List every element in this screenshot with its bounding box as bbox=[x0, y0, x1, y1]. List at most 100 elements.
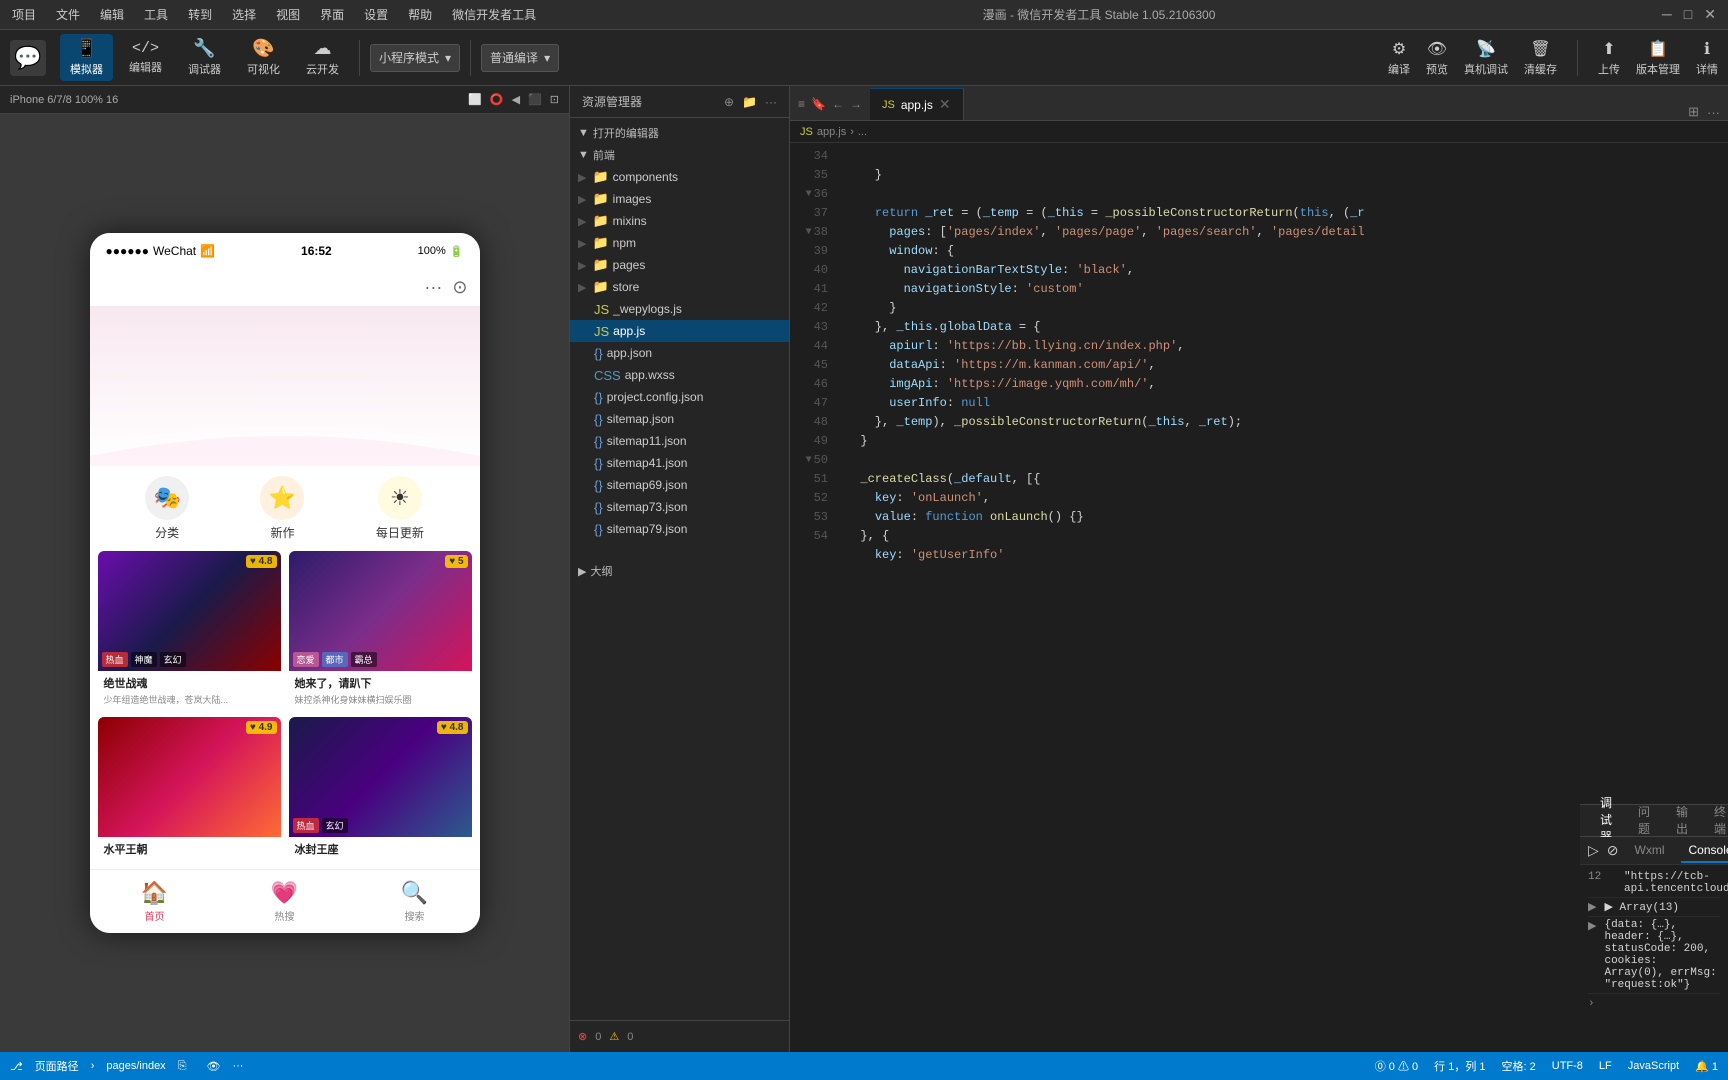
menu-project[interactable]: 项目 bbox=[12, 6, 36, 23]
tab-appjs[interactable]: JS app.js ✕ bbox=[870, 88, 964, 120]
menu-select[interactable]: 选择 bbox=[232, 6, 256, 23]
menu-bar[interactable]: 项目 文件 编辑 工具 转到 选择 视图 界面 设置 帮助 微信开发者工具 bbox=[12, 6, 536, 23]
nav-search[interactable]: 🔍 搜索 bbox=[401, 880, 428, 923]
devtools-tab-issues[interactable]: 问题 bbox=[1626, 799, 1662, 843]
menu-file[interactable]: 文件 bbox=[56, 6, 80, 23]
console-sub-tab-console[interactable]: Console bbox=[1681, 839, 1728, 863]
simulator-icon-5[interactable]: ⊡ bbox=[550, 93, 559, 106]
folder-pages[interactable]: ▶ 📁 pages bbox=[570, 254, 789, 276]
new-folder-icon[interactable]: 📁 bbox=[742, 95, 757, 109]
file-sitemap41[interactable]: {} sitemap41.json bbox=[570, 452, 789, 474]
more-status-icon[interactable]: ··· bbox=[232, 1060, 243, 1072]
simulator-icon-4[interactable]: ⬛ bbox=[528, 93, 542, 106]
compile-dropdown[interactable]: 普通编译 ▾ bbox=[481, 44, 559, 72]
app-nav-icons[interactable]: ··· ⊙ bbox=[424, 277, 467, 298]
cloud-icon: ☁ bbox=[314, 38, 332, 59]
devtools-tab-output[interactable]: 输出 bbox=[1664, 799, 1700, 843]
category-xinzuo[interactable]: ⭐ 新作 bbox=[260, 476, 304, 541]
app-logo: 💬 bbox=[10, 40, 46, 76]
manga-card-1[interactable]: ♥ 4.8 热血 神魔 玄幻 绝世战魂 少年组造绝世战魂，苍岚大陆... bbox=[98, 551, 281, 709]
file-appjson[interactable]: {} app.json bbox=[570, 342, 789, 364]
simulator-icon-3[interactable]: ◀ bbox=[512, 93, 520, 106]
folder-mixins[interactable]: ▶ 📁 mixins bbox=[570, 210, 789, 232]
copy-icon[interactable]: ⎘ bbox=[178, 1060, 187, 1073]
file-sitemap79[interactable]: {} sitemap79.json bbox=[570, 518, 789, 540]
root-section[interactable]: ▼ 前端 bbox=[570, 144, 789, 166]
tab-bookmark-icon[interactable]: 🔖 bbox=[811, 97, 826, 111]
nav-hot[interactable]: 💗 热搜 bbox=[271, 880, 298, 923]
expand-icon-2[interactable]: ▶ bbox=[1588, 900, 1596, 914]
real-machine-action[interactable]: 📡 真机调试 bbox=[1464, 39, 1508, 77]
upload-action[interactable]: ⬆ 上传 bbox=[1598, 39, 1620, 77]
folder-arrow-images: ▶ bbox=[578, 193, 586, 206]
split-editor-icon[interactable]: ⊞ bbox=[1688, 104, 1699, 120]
tab-close-icon[interactable]: ✕ bbox=[939, 96, 951, 113]
more-icon[interactable]: ··· bbox=[765, 95, 777, 109]
menu-help[interactable]: 帮助 bbox=[408, 6, 432, 23]
file-sitemap11[interactable]: {} sitemap11.json bbox=[570, 430, 789, 452]
simulator-icon-2[interactable]: ⭕ bbox=[490, 93, 504, 106]
more-editor-icon[interactable]: ··· bbox=[1707, 105, 1720, 120]
file-projectconfig[interactable]: {} project.config.json bbox=[570, 386, 789, 408]
simulator-icon-1[interactable]: ⬜ bbox=[468, 93, 482, 106]
preview-action[interactable]: 👁 预览 bbox=[1426, 39, 1448, 77]
menu-edit[interactable]: 编辑 bbox=[100, 6, 124, 23]
minimize-button[interactable]: ─ bbox=[1662, 6, 1672, 23]
tab-forward-icon[interactable]: → bbox=[850, 97, 862, 111]
toolbar-debugger-btn[interactable]: 🔧 调试器 bbox=[178, 34, 231, 81]
tab-icon-left[interactable]: ≡ bbox=[798, 97, 805, 111]
menu-view[interactable]: 视图 bbox=[276, 6, 300, 23]
folder-components[interactable]: ▶ 📁 components bbox=[570, 166, 789, 188]
menu-tools[interactable]: 工具 bbox=[144, 6, 168, 23]
file-sitemap69[interactable]: {} sitemap69.json bbox=[570, 474, 789, 496]
menu-interface[interactable]: 界面 bbox=[320, 6, 344, 23]
nav-home[interactable]: 🏠 首页 bbox=[141, 880, 168, 923]
toolbar-editor-btn[interactable]: </> 编辑器 bbox=[119, 36, 172, 79]
expand-icon-3[interactable]: ▶ bbox=[1588, 919, 1596, 991]
outline-section[interactable]: ▶ 大纲 bbox=[570, 560, 789, 582]
console-input[interactable] bbox=[1599, 998, 1728, 1010]
menu-goto[interactable]: 转到 bbox=[188, 6, 212, 23]
console-clear-icon[interactable]: ⊘ bbox=[1607, 842, 1619, 859]
window-controls[interactable]: ─ □ ✕ bbox=[1662, 6, 1716, 23]
version-action[interactable]: 📋 版本管理 bbox=[1636, 39, 1680, 77]
file-sitemap73[interactable]: {} sitemap73.json bbox=[570, 496, 789, 518]
file-appwxss[interactable]: CSS app.wxss bbox=[570, 364, 789, 386]
menu-wechat-devtools[interactable]: 微信开发者工具 bbox=[452, 6, 536, 23]
eye-status-icon[interactable]: 👁 bbox=[207, 1060, 221, 1073]
maximize-button[interactable]: □ bbox=[1684, 6, 1692, 23]
toolbar-cloud-btn[interactable]: ☁ 云开发 bbox=[296, 34, 349, 81]
folder-images[interactable]: ▶ 📁 images bbox=[570, 188, 789, 210]
toolbar-simulator-btn[interactable]: 📱 模拟器 bbox=[60, 34, 113, 81]
close-button[interactable]: ✕ bbox=[1704, 6, 1716, 23]
details-action[interactable]: ℹ 详情 bbox=[1696, 39, 1718, 77]
notification-icon[interactable]: 🔔 1 bbox=[1695, 1060, 1718, 1073]
menu-settings[interactable]: 设置 bbox=[364, 6, 388, 23]
status-left: ●●●●●● WeChat 📶 bbox=[106, 244, 216, 258]
category-fenglei[interactable]: 🎭 分类 bbox=[145, 476, 189, 541]
record-icon[interactable]: ⊙ bbox=[452, 277, 467, 298]
new-file-icon[interactable]: ⊕ bbox=[724, 95, 734, 109]
file-wepylogs[interactable]: JS _wepylogs.js bbox=[570, 298, 789, 320]
file-appjs[interactable]: JS app.js bbox=[570, 320, 789, 342]
tab-back-icon[interactable]: ← bbox=[832, 97, 844, 111]
spaces-info: 空格: 2 bbox=[1502, 1058, 1536, 1074]
menu-dots-icon[interactable]: ··· bbox=[424, 277, 442, 298]
file-sitemap[interactable]: {} sitemap.json bbox=[570, 408, 789, 430]
compile-action[interactable]: ⚙ 编译 bbox=[1388, 39, 1410, 77]
folder-label-mixins: mixins bbox=[613, 214, 647, 228]
folder-npm[interactable]: ▶ 📁 npm bbox=[570, 232, 789, 254]
console-execute-icon[interactable]: ▷ bbox=[1588, 842, 1599, 859]
manga-card-3[interactable]: ♥ 4.9 水平王朝 bbox=[98, 717, 281, 861]
open-editors-section[interactable]: ▼ 打开的编辑器 bbox=[570, 122, 789, 144]
file-panel-icons[interactable]: ⊕ 📁 ··· bbox=[724, 95, 777, 109]
manga-card-2[interactable]: ♥ 5 恋爱 都市 霸总 她来了，请趴下 妹控杀神化身妹妹横扫娱乐圈 bbox=[289, 551, 472, 709]
mode-dropdown[interactable]: 小程序模式 ▾ bbox=[370, 44, 460, 72]
category-meiri[interactable]: ☀ 每日更新 bbox=[376, 476, 424, 541]
folder-store[interactable]: ▶ 📁 store bbox=[570, 276, 789, 298]
devtools-tab-terminal[interactable]: 终端 bbox=[1702, 799, 1728, 843]
console-sub-tab-wxml[interactable]: Wxml bbox=[1627, 839, 1673, 863]
clear-cache-action[interactable]: 🗑 清缓存 bbox=[1524, 39, 1557, 77]
manga-card-4[interactable]: ♥ 4.8 热血 玄幻 冰封王座 bbox=[289, 717, 472, 861]
toolbar-visual-btn[interactable]: 🎨 可视化 bbox=[237, 34, 290, 81]
